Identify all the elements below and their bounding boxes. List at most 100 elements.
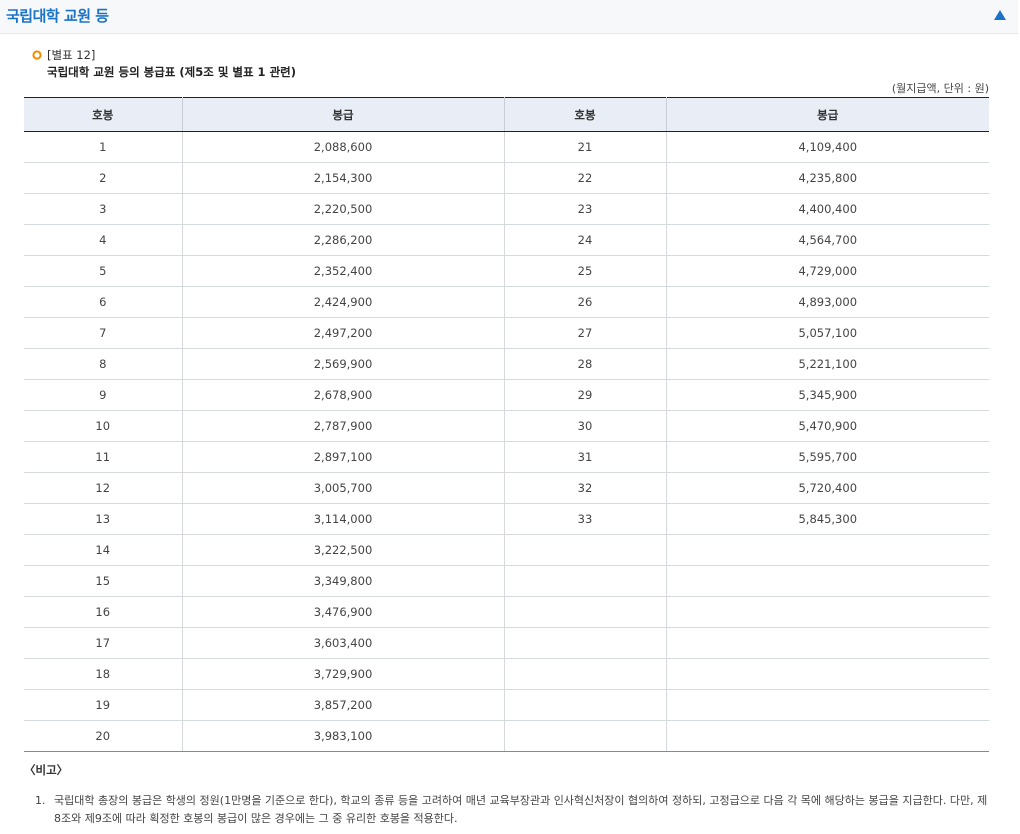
table-row: 20 3,983,100 [24,720,989,752]
salary-cell: 4,235,800 [666,162,989,194]
salary-cell: 3,729,900 [182,658,505,690]
salary-cell: 5,845,300 [666,503,989,535]
triangle-up-icon [994,10,1006,20]
salary-cell: 3,349,800 [182,565,505,597]
table-row: 14 3,222,500 [24,534,989,566]
salary-cell: 3,476,900 [182,596,505,628]
salary-cell: 5,720,400 [666,472,989,504]
salary-cell: 3,005,700 [182,472,505,504]
salary-table: 호봉 봉급 호봉 봉급 1 2,088,600 21 4,109,400 2 2,154,… [24,97,989,752]
step-cell: 32 [504,472,667,504]
step-cell: 23 [504,193,667,225]
step-cell: 6 [24,286,183,318]
salary-cell: 3,222,500 [182,534,505,566]
step-cell: 17 [24,627,183,659]
salary-cell: 4,893,000 [666,286,989,318]
salary-cell: 3,603,400 [182,627,505,659]
table-header-row: 호봉 봉급 호봉 봉급 [24,97,989,132]
page: 국립대학 교원 등 [별표 12] 국립대학 교원 등의 봉급표 (제5조 및 … [0,0,1020,834]
step-cell: 15 [24,565,183,597]
orange-circle-icon [32,50,42,60]
salary-cell [666,720,989,752]
step-cell [504,658,667,690]
step-cell [504,534,667,566]
table-row: 16 3,476,900 [24,596,989,628]
table-row: 11 2,897,100 31 5,595,700 [24,441,989,473]
salary-cell [666,627,989,659]
header-salary: 봉급 [666,97,989,132]
table-row: 3 2,220,500 23 4,400,400 [24,193,989,225]
salary-cell: 4,109,400 [666,131,989,163]
step-cell: 16 [24,596,183,628]
salary-cell [666,534,989,566]
table-row: 7 2,497,200 27 5,057,100 [24,317,989,349]
table-row: 15 3,349,800 [24,565,989,597]
salary-cell: 2,569,900 [182,348,505,380]
step-cell: 12 [24,472,183,504]
step-cell: 7 [24,317,183,349]
step-cell: 29 [504,379,667,411]
table-row: 10 2,787,900 30 5,470,900 [24,410,989,442]
collapse-button[interactable] [993,8,1007,22]
table-row: 6 2,424,900 26 4,893,000 [24,286,989,318]
step-cell: 19 [24,689,183,721]
table-row: 12 3,005,700 32 5,720,400 [24,472,989,504]
step-cell [504,627,667,659]
salary-cell: 2,088,600 [182,131,505,163]
step-cell: 22 [504,162,667,194]
step-cell: 1 [24,131,183,163]
step-cell: 27 [504,317,667,349]
remark-text: 국립대학 총장의 봉급은 학생의 정원(1만명을 기준으로 한다), 학교의 종… [54,794,988,825]
salary-cell: 5,221,100 [666,348,989,380]
salary-cell: 2,424,900 [182,286,505,318]
salary-cell: 2,220,500 [182,193,505,225]
step-cell: 24 [504,224,667,256]
salary-cell: 2,286,200 [182,224,505,256]
salary-cell: 3,857,200 [182,689,505,721]
salary-cell [666,596,989,628]
table-row: 4 2,286,200 24 4,564,700 [24,224,989,256]
table-row: 1 2,088,600 21 4,109,400 [24,131,989,163]
salary-cell: 4,400,400 [666,193,989,225]
salary-cell: 2,678,900 [182,379,505,411]
salary-cell: 5,470,900 [666,410,989,442]
table-row: 13 3,114,000 33 5,845,300 [24,503,989,535]
salary-cell: 4,729,000 [666,255,989,287]
unit-note: (월지급액, 단위 : 원) [891,82,989,95]
table-title: 국립대학 교원 등의 봉급표 (제5조 및 별표 1 관련) [47,65,296,79]
salary-cell: 2,352,400 [182,255,505,287]
section-header: 국립대학 교원 등 [0,0,1018,34]
remarks-label: 〈비고〉 [24,763,69,777]
table-row: 2 2,154,300 22 4,235,800 [24,162,989,194]
header-salary: 봉급 [182,97,505,132]
table-row: 18 3,729,900 [24,658,989,690]
step-cell [504,720,667,752]
step-cell: 25 [504,255,667,287]
salary-cell: 2,497,200 [182,317,505,349]
salary-cell: 4,564,700 [666,224,989,256]
remark-number: 1. [35,794,46,807]
step-cell: 3 [24,193,183,225]
salary-cell [666,689,989,721]
step-cell: 8 [24,348,183,380]
table-row: 19 3,857,200 [24,689,989,721]
step-cell: 13 [24,503,183,535]
salary-cell: 5,057,100 [666,317,989,349]
step-cell: 26 [504,286,667,318]
step-cell: 21 [504,131,667,163]
table-row: 5 2,352,400 25 4,729,000 [24,255,989,287]
step-cell: 11 [24,441,183,473]
step-cell: 4 [24,224,183,256]
table-body: 1 2,088,600 21 4,109,400 2 2,154,300 22 4,235,8… [24,131,989,752]
salary-cell: 5,595,700 [666,441,989,473]
salary-cell: 5,345,900 [666,379,989,411]
section-title: 국립대학 교원 등 [6,7,109,25]
table-row: 8 2,569,900 28 5,221,100 [24,348,989,380]
table-row: 17 3,603,400 [24,627,989,659]
step-cell [504,596,667,628]
table-number: [별표 12] [47,48,96,62]
salary-cell [666,565,989,597]
step-cell [504,689,667,721]
salary-cell [666,658,989,690]
step-cell: 28 [504,348,667,380]
